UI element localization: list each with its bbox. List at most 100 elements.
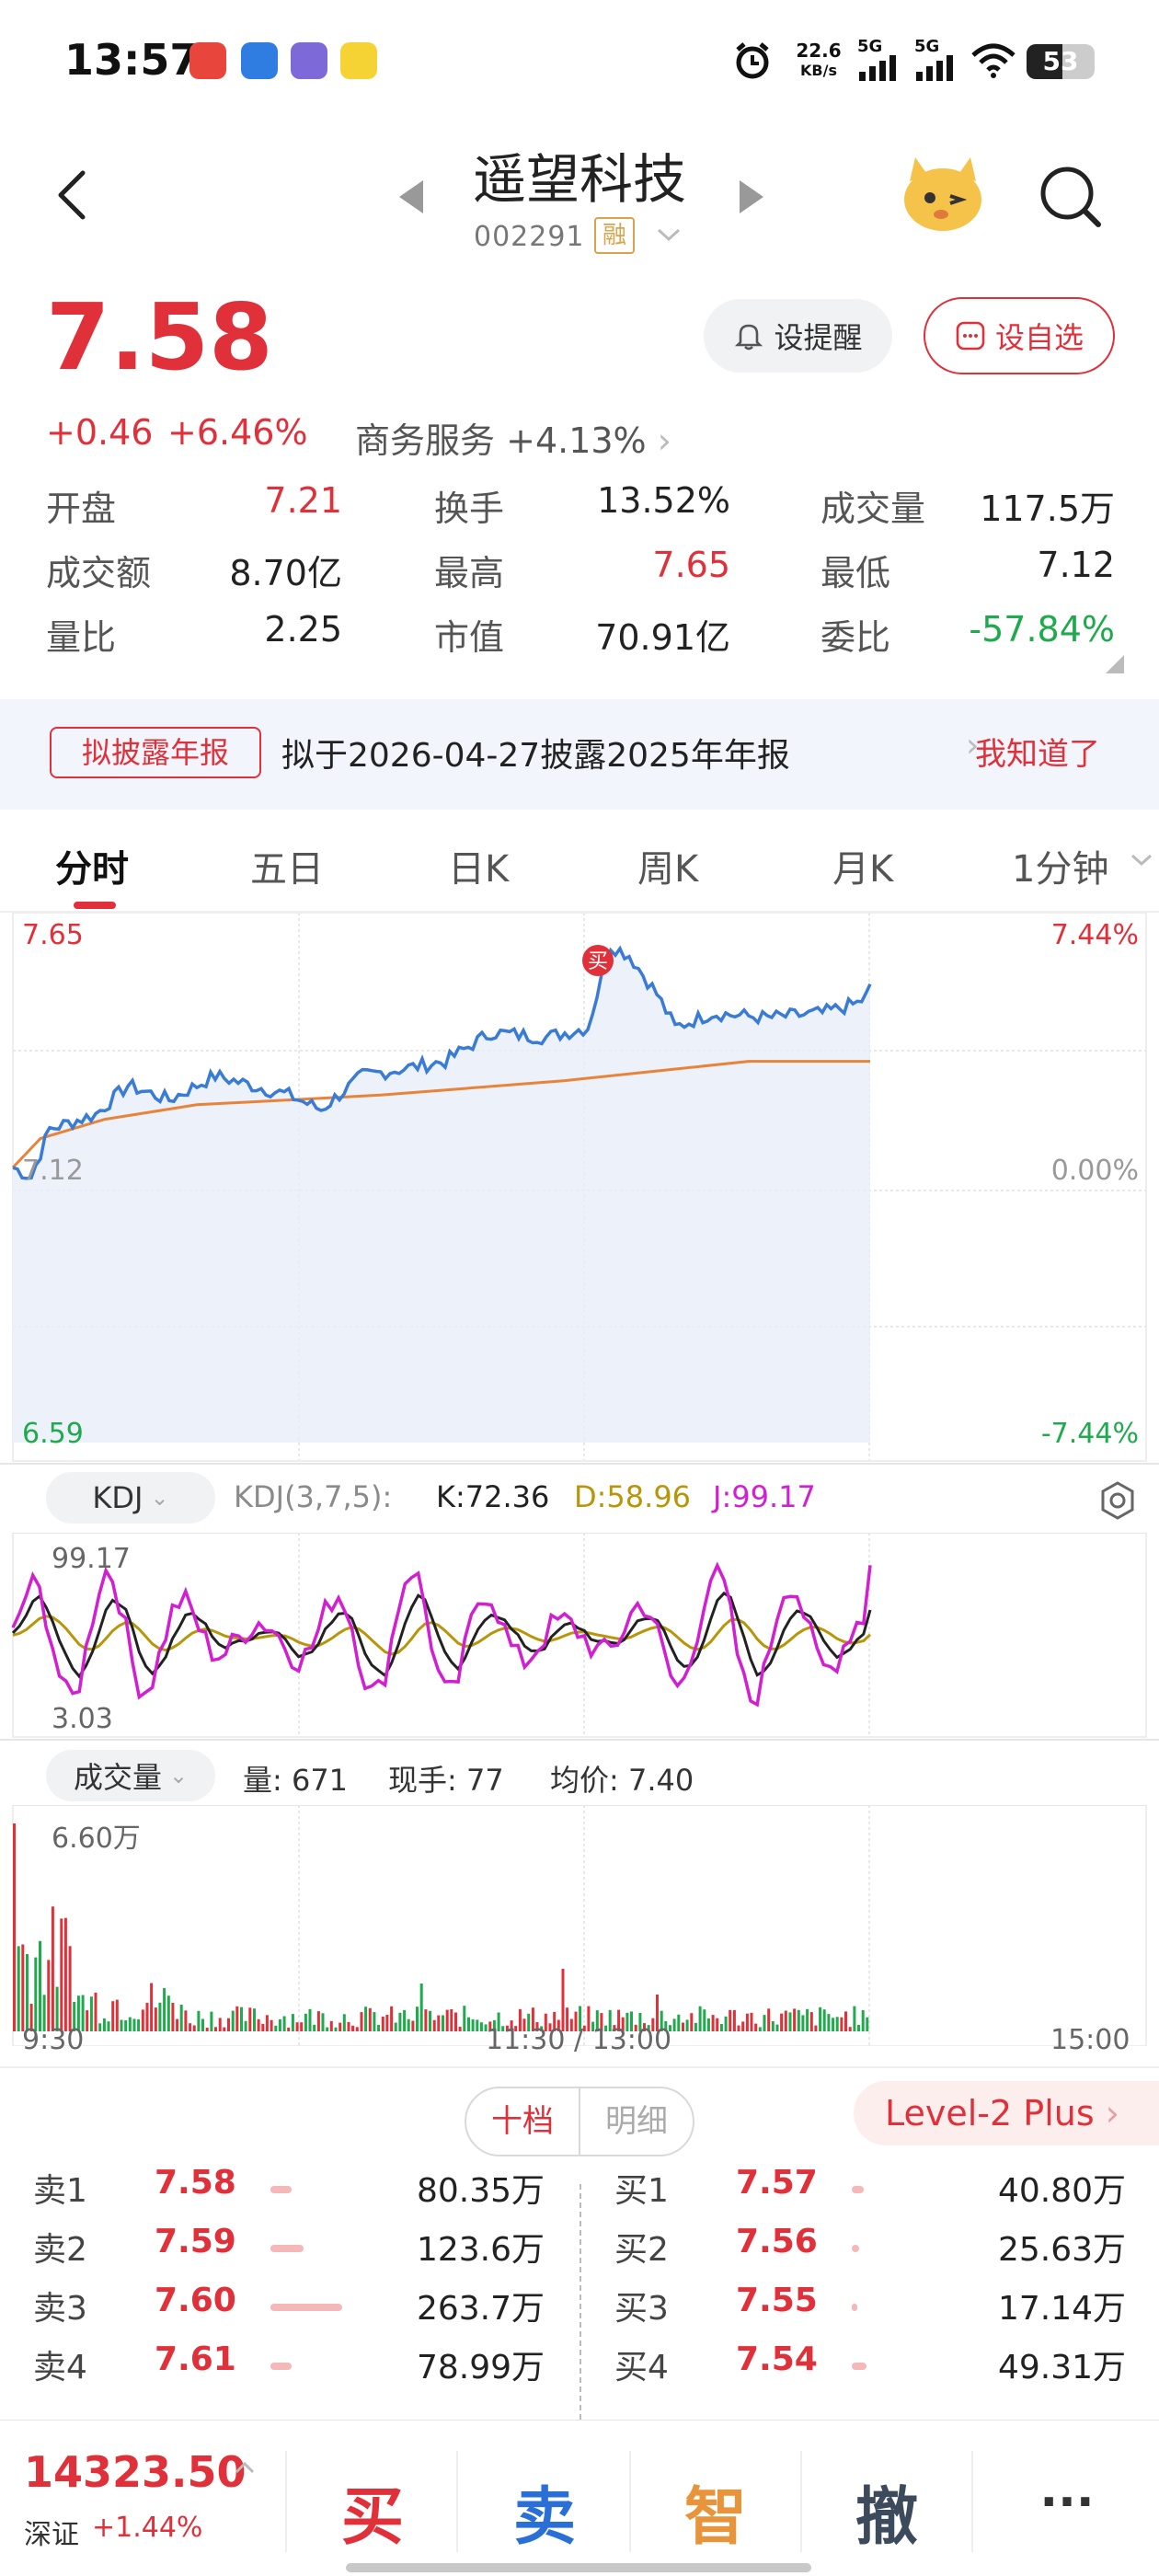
volume-bar <box>60 1918 63 2031</box>
volume-bar <box>63 1917 67 2031</box>
chevron-down-icon[interactable] <box>655 226 683 245</box>
hourglass-icon <box>291 42 327 79</box>
buy-level-price[interactable]: 7.56 <box>736 2223 818 2260</box>
volume-bar <box>274 2025 278 2031</box>
volume-bar <box>313 2024 316 2031</box>
tab-ten-levels[interactable]: 十档 <box>466 2088 580 2155</box>
set-alert-button[interactable]: 设提醒 <box>704 299 892 373</box>
kdj-chart[interactable]: 99.17 3.03 <box>0 1533 1159 1739</box>
intraday-chart[interactable]: 买 7.65 7.12 6.59 7.44% 0.00% -7.44% <box>0 913 1159 1463</box>
volume-bar <box>745 2013 749 2031</box>
kdj-d: D:58.96 <box>574 1479 692 1514</box>
volume-bar <box>775 2024 779 2031</box>
volume-bar <box>797 2009 800 2031</box>
volume-bar <box>166 1995 170 2031</box>
tab-weekly-k[interactable]: 周K <box>637 839 698 892</box>
volume-bar <box>822 2009 826 2031</box>
cancel-order-button[interactable]: 撤 <box>832 2466 942 2557</box>
volume-bar <box>179 2005 183 2031</box>
volume-bar <box>432 2019 436 2031</box>
volume-bar <box>445 2009 449 2031</box>
volume-bar <box>17 1946 20 2031</box>
volume-bar <box>189 2023 192 2031</box>
volume-bar <box>741 2021 745 2031</box>
volume-bar <box>115 1999 119 2031</box>
settings-icon[interactable] <box>1096 1479 1139 1522</box>
volume-bar <box>360 2012 363 2031</box>
price-area-fill <box>13 949 870 1443</box>
volume-bar <box>832 2018 835 2031</box>
buy-marker[interactable]: 买 <box>582 945 614 976</box>
buy-level-price[interactable]: 7.57 <box>736 2164 818 2202</box>
tab-details[interactable]: 明细 <box>580 2088 693 2155</box>
volume-bar <box>698 2006 702 2031</box>
index-value[interactable]: 14323.50 <box>24 2447 247 2497</box>
volume-bar <box>407 2018 410 2031</box>
indicator-selector[interactable]: KDJ ⌄ <box>46 1472 215 1524</box>
stat-value: 70.91亿 <box>595 617 730 658</box>
tab-1min[interactable]: 1分钟 <box>1012 839 1108 892</box>
volume-hand: 现手: 77 <box>388 1763 504 1798</box>
chevron-down-icon: ⌄ <box>150 1485 169 1511</box>
volume-bar <box>154 2007 157 2031</box>
sell-level-price[interactable]: 7.59 <box>155 2223 236 2260</box>
volume-bar <box>158 2002 162 2031</box>
volume-bar <box>771 2021 775 2031</box>
level2-plus-button[interactable]: Level-2 Plus › <box>854 2081 1159 2145</box>
smart-button[interactable]: 智 <box>660 2466 771 2557</box>
search-icon[interactable] <box>1036 162 1104 230</box>
volume-bar <box>840 2017 843 2031</box>
buy-level-label: 买2 <box>614 2231 669 2269</box>
sell-level-volume: 123.6万 <box>416 2231 545 2269</box>
sell-level-label: 卖2 <box>33 2231 87 2269</box>
volume-bar <box>291 2014 294 2031</box>
volume-bar <box>248 2007 252 2031</box>
back-icon[interactable] <box>46 166 101 221</box>
sell-level-price[interactable]: 7.60 <box>155 2282 236 2319</box>
chevron-down-icon[interactable] <box>1130 852 1153 868</box>
volume-bar <box>132 2018 136 2031</box>
sell-level-bar <box>270 2245 304 2252</box>
buy-button[interactable]: 买 <box>317 2466 428 2557</box>
volume-chart[interactable]: 6.60万 <box>0 1805 1159 2046</box>
sell-level-price[interactable]: 7.61 <box>155 2340 236 2378</box>
annual-report-tag: 拟披露年报 <box>50 727 261 778</box>
tab-daily-k[interactable]: 日K <box>448 839 509 892</box>
tab-monthly-k[interactable]: 月K <box>832 839 893 892</box>
battery-level: 53 <box>1042 46 1079 76</box>
tab-five-day[interactable]: 五日 <box>250 839 324 892</box>
bell-icon <box>735 324 763 351</box>
next-stock-icon[interactable] <box>736 178 767 215</box>
volume-bar <box>809 2012 813 2031</box>
status-time: 13:57 <box>64 35 200 85</box>
chevron-up-icon[interactable] <box>234 2460 256 2475</box>
volume-bar <box>218 2018 222 2031</box>
dismiss-button[interactable]: 我知道了 <box>975 729 1100 774</box>
volume-bar <box>690 2013 694 2031</box>
volume-bar <box>463 2006 466 2031</box>
sell-button[interactable]: 卖 <box>489 2466 600 2557</box>
expand-corner-icon[interactable] <box>1106 655 1124 673</box>
volume-bar <box>278 2018 281 2031</box>
home-indicator <box>346 2563 811 2572</box>
sector-link[interactable]: 商务服务 +4.13% › <box>355 412 671 463</box>
index-change: +1.44% <box>92 2512 203 2544</box>
mascot-icon[interactable] <box>897 152 989 235</box>
buy-level-bar <box>852 2363 866 2370</box>
stat-value: -57.84% <box>969 609 1115 650</box>
sell-level-price[interactable]: 7.58 <box>155 2164 236 2202</box>
volume-bar <box>416 2007 419 2031</box>
volume-bar <box>677 2014 681 2031</box>
buy-level-price[interactable]: 7.54 <box>736 2340 818 2378</box>
buy-level-price[interactable]: 7.55 <box>736 2282 818 2319</box>
volume-bar <box>329 2020 333 2031</box>
axis-label-mid: 7.12 <box>22 1155 84 1187</box>
more-button[interactable]: ··· <box>1012 2475 1122 2530</box>
buy-level-label: 买3 <box>614 2290 669 2328</box>
volume-selector[interactable]: 成交量 ⌄ <box>46 1750 215 1801</box>
volume-bars <box>13 1823 869 2031</box>
orderbook-toggle[interactable]: 十档 明细 <box>465 2087 694 2156</box>
volume-bar <box>788 2012 792 2031</box>
add-watchlist-button[interactable]: 设自选 <box>924 297 1115 374</box>
tab-intraday[interactable]: 分时 <box>55 839 129 892</box>
